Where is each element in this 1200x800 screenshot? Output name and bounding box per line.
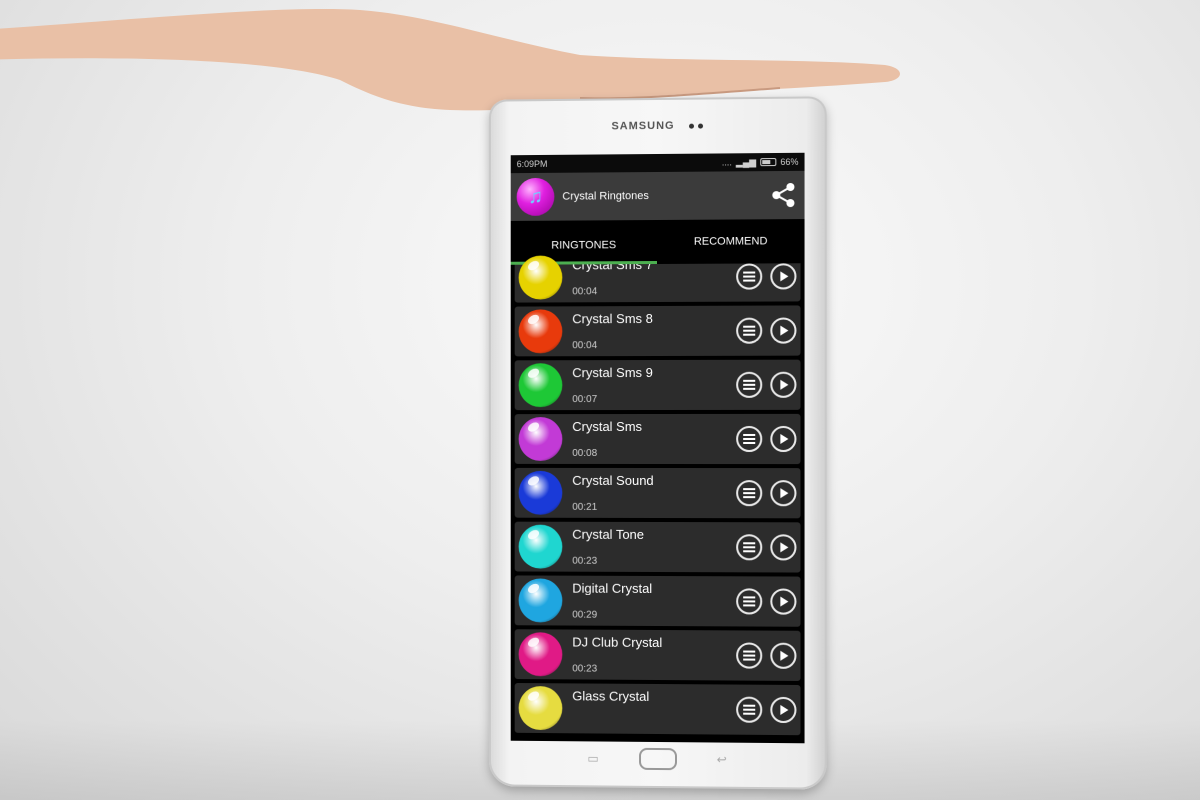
hardware-keys: ▭ ↩ — [489, 747, 827, 772]
tab-bar: RINGTONES RECOMMEND — [510, 219, 805, 265]
crystal-orb-icon — [518, 524, 563, 569]
ringtone-item[interactable]: Crystal Sms 8 00:04 — [514, 305, 801, 357]
options-button[interactable] — [736, 480, 763, 507]
ringtone-duration: 00:04 — [572, 286, 598, 298]
play-button[interactable] — [770, 371, 797, 398]
ringtone-name: Crystal Tone — [572, 526, 645, 542]
play-button[interactable] — [770, 588, 797, 615]
play-icon — [780, 650, 789, 661]
crystal-orb-icon — [518, 417, 563, 461]
ringtone-name: Crystal Sms 9 — [572, 365, 653, 381]
back-key[interactable]: ↩ — [717, 753, 727, 767]
play-button[interactable] — [770, 534, 797, 561]
ringtone-duration — [572, 728, 728, 729]
ringtone-name: Crystal Sms — [572, 419, 643, 435]
ringtone-item[interactable]: Crystal Sms 00:08 — [514, 413, 801, 465]
ringtone-duration: 00:23 — [572, 663, 598, 675]
ringtone-name: Crystal Sms 8 — [572, 311, 653, 327]
signal-icon: .... — [721, 157, 732, 168]
ringtone-duration: 00:23 — [572, 555, 598, 567]
options-button[interactable] — [736, 696, 763, 723]
play-button[interactable] — [770, 480, 797, 507]
ringtone-item[interactable]: Crystal Tone 00:23 — [514, 521, 801, 573]
play-icon — [780, 704, 789, 716]
home-button[interactable] — [638, 747, 677, 771]
ringtone-duration: 00:08 — [572, 447, 598, 459]
menu-icon — [743, 432, 756, 446]
play-button[interactable] — [770, 642, 797, 669]
ringtone-duration: 00:04 — [572, 340, 598, 352]
status-bar: 6:09PM .... ▂▄▆ 66% — [510, 152, 805, 174]
play-icon — [780, 379, 789, 390]
play-button[interactable] — [770, 317, 797, 344]
ringtone-duration: 00:07 — [572, 394, 598, 406]
app-title: Crystal Ringtones — [562, 190, 649, 203]
menu-icon — [743, 486, 756, 500]
ringtone-name: Crystal Sound — [572, 472, 654, 488]
play-icon — [780, 542, 789, 553]
play-icon — [780, 271, 789, 282]
play-icon — [780, 596, 789, 607]
battery-level: 66% — [780, 156, 799, 168]
battery-icon — [760, 158, 777, 167]
options-button[interactable] — [736, 263, 763, 290]
share-icon — [772, 182, 795, 208]
crystal-orb-icon — [518, 309, 563, 354]
menu-icon — [743, 649, 756, 663]
ringtone-name: Digital Crystal — [572, 580, 653, 596]
ringtone-duration: 00:29 — [572, 609, 598, 621]
play-button[interactable] — [770, 425, 797, 453]
status-time: 6:09PM — [516, 158, 548, 170]
menu-icon — [743, 324, 756, 338]
crystal-orb-icon — [518, 363, 563, 408]
ringtone-name: DJ Club Crystal — [572, 634, 663, 651]
crystal-orb-icon — [518, 470, 563, 515]
play-icon — [780, 325, 789, 336]
ringtone-item[interactable]: Digital Crystal 00:29 — [514, 575, 801, 627]
ringtone-duration: 00:21 — [572, 501, 598, 513]
ringtone-list[interactable]: Crystal Sms 7 00:04 Crystal Sms 8 00:04 … — [511, 251, 805, 736]
options-button[interactable] — [736, 642, 763, 669]
recent-apps-key[interactable]: ▭ — [587, 751, 598, 765]
music-note-icon: ♫ — [516, 177, 555, 216]
camera-sensors — [685, 120, 703, 132]
menu-icon — [743, 270, 756, 284]
menu-icon — [743, 540, 756, 554]
tablet-device: SAMSUNG 6:09PM .... ▂▄▆ 66% ♫ Crystal Ri… — [488, 96, 827, 790]
ringtone-item[interactable]: Crystal Sms 9 00:07 — [514, 359, 801, 411]
brand-logo: SAMSUNG — [489, 118, 827, 133]
options-button[interactable] — [736, 425, 763, 453]
menu-icon — [743, 594, 756, 608]
ringtone-item[interactable]: Crystal Sound 00:21 — [514, 467, 801, 519]
options-button[interactable] — [736, 371, 763, 398]
play-button[interactable] — [770, 696, 797, 724]
tab-recommend[interactable]: RECOMMEND — [657, 219, 805, 264]
menu-icon — [743, 703, 756, 717]
crystal-orb-icon — [518, 686, 563, 731]
app-bar: ♫ Crystal Ringtones — [510, 170, 805, 221]
ringtone-name: Glass Crystal — [572, 688, 650, 704]
options-button[interactable] — [736, 317, 763, 344]
crystal-orb-icon — [518, 255, 563, 300]
menu-icon — [743, 378, 756, 392]
share-button[interactable] — [768, 180, 798, 210]
options-button[interactable] — [736, 588, 763, 615]
play-icon — [780, 433, 789, 445]
play-icon — [780, 488, 789, 499]
options-button[interactable] — [736, 534, 763, 561]
crystal-orb-icon — [518, 578, 563, 623]
device-screen: 6:09PM .... ▂▄▆ 66% ♫ Crystal Ringtones — [510, 152, 805, 744]
ringtone-item[interactable]: Glass Crystal — [514, 683, 801, 736]
signal-bars-icon: ▂▄▆ — [735, 156, 757, 167]
ringtone-item[interactable]: DJ Club Crystal 00:23 — [514, 629, 801, 681]
play-button[interactable] — [770, 263, 797, 290]
crystal-orb-icon — [518, 632, 563, 677]
